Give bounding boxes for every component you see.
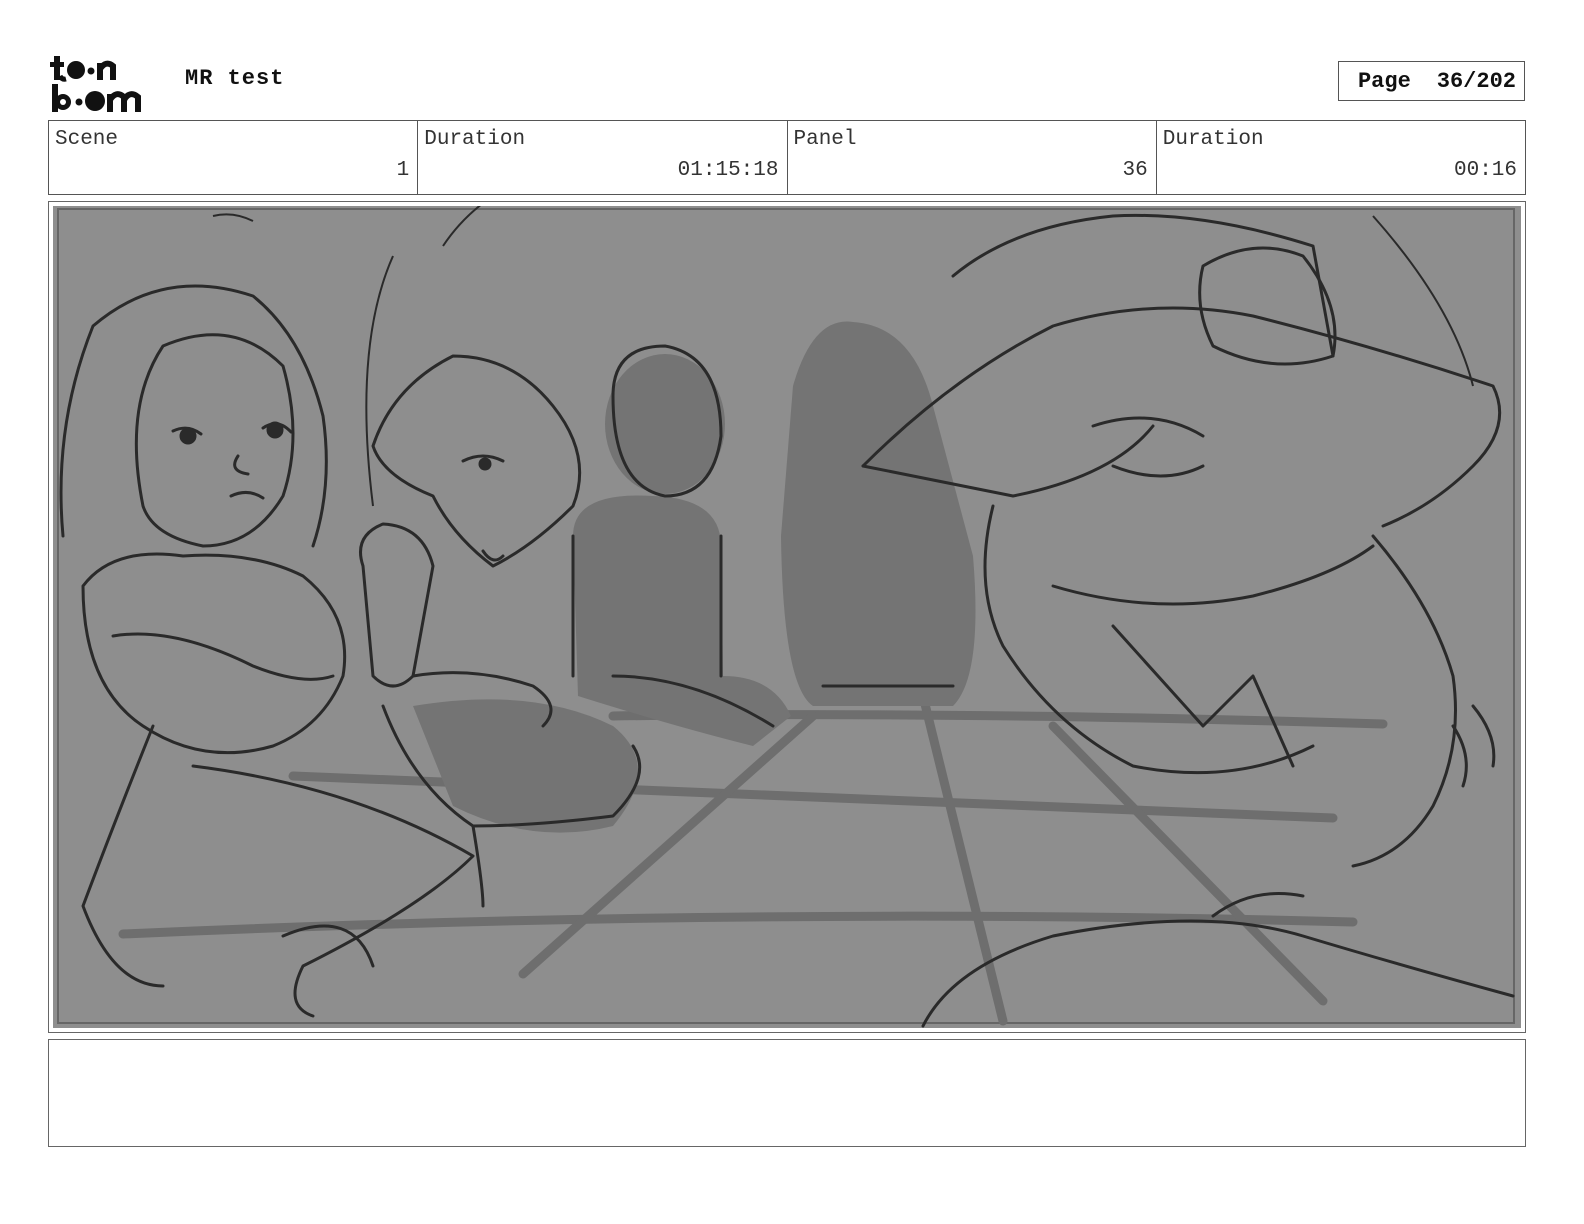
scene-cell: Scene 1 (49, 121, 419, 194)
panel-duration-label: Duration (1162, 128, 1264, 151)
scene-value: 1 (396, 159, 410, 182)
panel-cell: Panel 36 (788, 121, 1157, 194)
page-indicator: Page 36/202 (1338, 61, 1525, 101)
panel-label: Panel (793, 128, 857, 151)
panel-value: 36 (1122, 159, 1148, 182)
panel-duration-cell: Duration 00:16 (1157, 121, 1525, 194)
scene-duration-cell: Duration 01:15:18 (418, 121, 788, 194)
toon-boom-logo (50, 56, 141, 112)
scene-duration-value: 01:15:18 (677, 159, 779, 182)
page-label: Page (1357, 68, 1411, 94)
scene-label: Scene (55, 128, 119, 151)
page-number: 36/202 (1436, 68, 1516, 94)
panel-info-row: Scene 1 Duration 01:15:18 Panel 36 Durat… (48, 120, 1526, 195)
panel-notes-box (48, 1039, 1526, 1147)
panel-sketch (53, 206, 1521, 1028)
project-title: MR test (185, 66, 285, 91)
storyboard-panel-image (53, 206, 1521, 1028)
scene-duration-label: Duration (424, 128, 526, 151)
panel-duration-value: 00:16 (1453, 159, 1517, 182)
